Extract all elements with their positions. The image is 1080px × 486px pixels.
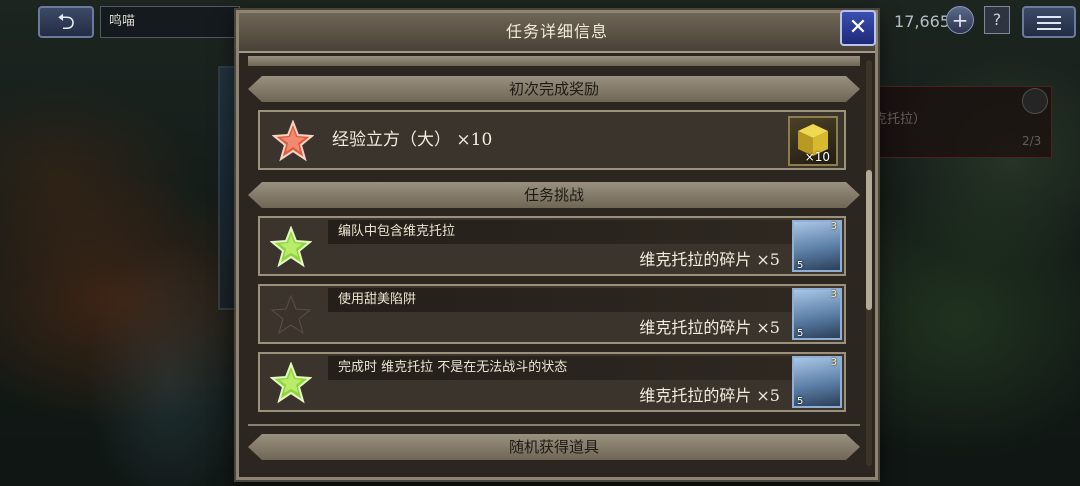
item-quantity: ×10 (804, 150, 830, 164)
close-icon: ✕ (848, 15, 868, 40)
rarity-badge: 3 (830, 357, 837, 368)
challenge-reward: 维克托拉的碎片 ×5 (639, 250, 780, 269)
dialog-title: 任务详细信息 (505, 22, 608, 41)
help-button[interactable]: ? (984, 6, 1010, 34)
empty-star-icon (270, 294, 312, 335)
green-star-icon (270, 226, 312, 268)
challenge-section-header: 任务挑战 (248, 182, 860, 208)
challenge-description: 编队中包含维克托拉 (338, 224, 456, 239)
screen-title: 鸣喵 (100, 6, 240, 38)
reward-text: 经验立方（大） ×10 (332, 130, 493, 150)
section-divider (248, 56, 860, 66)
back-arrow-icon: ⮌ (57, 10, 75, 35)
character-portrait: 3 5 (792, 288, 842, 340)
challenge-description: 使用甜美陷阱 (338, 292, 417, 307)
challenge-row-3: 完成时 维克托拉 不是在无法战斗的状态 维克托拉的碎片 ×5 3 5 (258, 352, 846, 412)
close-button[interactable]: ✕ (840, 10, 876, 46)
random-drops-section-header: 随机获得道具 (248, 434, 860, 460)
shard-count: 5 (797, 328, 804, 339)
challenge-reward: 维克托拉的碎片 ×5 (639, 386, 780, 405)
green-star-icon (270, 362, 312, 404)
section-divider (248, 424, 860, 426)
dialog-content: 初次完成奖励 经验立方（大） ×10 ×10 任务挑战 编队中包含维克托拉 维克… (248, 56, 860, 470)
challenge-reward: 维克托拉的碎片 ×5 (639, 318, 780, 337)
add-currency-button[interactable]: + (946, 6, 974, 34)
back-button[interactable]: ⮌ (38, 6, 94, 38)
challenge-row-1: 编队中包含维克托拉 维克托拉的碎片 ×5 3 5 (258, 216, 846, 276)
challenge-description: 完成时 维克托拉 不是在无法战斗的状态 (338, 360, 568, 375)
scrollbar-thumb[interactable] (866, 170, 872, 310)
character-portrait: 3 5 (792, 356, 842, 408)
menu-button[interactable] (1022, 6, 1076, 38)
rarity-badge: 3 (830, 221, 837, 232)
character-portrait: 3 5 (792, 220, 842, 272)
shard-count: 5 (797, 260, 804, 271)
challenge-row-2: 使用甜美陷阱 维克托拉的碎片 ×5 3 5 (258, 284, 846, 344)
exp-cube-icon: ×10 (788, 116, 838, 166)
dialog-header: 任务详细信息 (239, 13, 875, 53)
rarity-badge: 3 (830, 289, 837, 300)
first-clear-section-header: 初次完成奖励 (248, 76, 860, 102)
red-star-icon (272, 120, 314, 162)
first-clear-reward-row: 经验立方（大） ×10 ×10 (258, 110, 846, 170)
currency-count: 17,665 (894, 12, 950, 31)
hamburger-menu-icon (1037, 16, 1061, 18)
shard-count: 5 (797, 396, 804, 407)
